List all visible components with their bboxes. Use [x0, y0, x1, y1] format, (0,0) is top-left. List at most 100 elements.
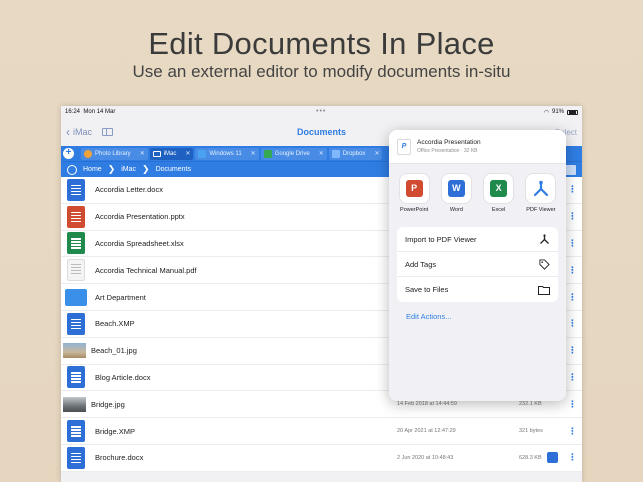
app-label: Excel [491, 207, 506, 213]
more-options-icon[interactable]: ⋮ [568, 452, 577, 463]
file-date: 2 Jun 2020 at 10:48:43 [397, 454, 454, 461]
file-name: Bridge.jpg [91, 399, 125, 409]
tab-label: iMac [163, 150, 177, 157]
file-name: Accordia Presentation.pptx [95, 212, 185, 222]
save-to-files-action[interactable]: Save to Files [397, 277, 558, 302]
file-name: Bridge.XMP [95, 426, 136, 436]
app-label: PowerPoint [400, 207, 429, 213]
share-sheet-header: P Accordia Presentation Office Presentat… [389, 130, 566, 164]
share-sheet: P Accordia Presentation Office Presentat… [389, 130, 566, 401]
tag-icon [538, 258, 550, 270]
pdf-viewer-icon [538, 233, 550, 244]
chevron-right-icon: ❯ [107, 164, 116, 174]
promo-subtitle: Use an external editor to modify documen… [132, 62, 511, 81]
folder-icon [538, 285, 550, 295]
file-row[interactable]: Brochure.docx 2 Jun 2020 at 10:48:43 628… [61, 445, 582, 472]
breadcrumb-home[interactable]: Home [83, 166, 102, 173]
status-date: Mon 14 Mar [83, 109, 116, 115]
edit-actions-link[interactable]: Edit Actions... [406, 312, 566, 321]
close-tab-icon[interactable]: ✕ [185, 150, 190, 157]
more-options-icon[interactable]: ⋮ [568, 292, 577, 303]
folder-icon [65, 288, 87, 306]
more-options-icon[interactable]: ⋮ [568, 265, 577, 276]
word-document-icon [67, 446, 85, 469]
excel-icon: X [484, 174, 514, 203]
more-options-icon[interactable]: ⋮ [568, 318, 577, 329]
shared-file-subtitle: Office Presentation · 32 KB [417, 148, 478, 154]
tab-dropbox[interactable]: Dropbox ✕ [328, 147, 383, 160]
photos-icon [84, 149, 92, 158]
windows-icon [198, 149, 207, 158]
file-date: 14 Feb 2018 at 14:44:59 [397, 401, 457, 408]
image-thumbnail [63, 396, 86, 412]
more-options-icon[interactable]: ⋮ [568, 372, 577, 383]
sidebar-toggle-icon[interactable] [102, 128, 114, 136]
import-to-pdf-viewer-action[interactable]: Import to PDF Viewer [397, 227, 558, 252]
tab-imac[interactable]: iMac ✕ [149, 147, 194, 160]
image-thumbnail [63, 343, 86, 359]
pdf-viewer-icon [526, 174, 556, 203]
app-glyph: X [490, 180, 508, 197]
tab-windows-11[interactable]: Windows 11 ✕ [195, 147, 259, 160]
back-label: iMac [73, 127, 93, 137]
more-options-icon[interactable]: ⋮ [568, 426, 577, 437]
file-size: 232.1 KB [519, 401, 542, 408]
shared-file-title: Accordia Presentation [417, 139, 481, 146]
app-powerpoint[interactable]: P PowerPoint [394, 174, 434, 213]
file-name: Beach_01.jpg [91, 346, 137, 356]
multitasking-dots-icon[interactable]: ••• [316, 108, 326, 115]
promo-title: Edit Documents In Place [148, 26, 495, 61]
xmp-document-icon [67, 312, 85, 335]
file-size: 321 bytes [519, 428, 543, 435]
app-glyph: W [447, 180, 465, 197]
dropbox-icon [331, 149, 340, 158]
breadcrumb-imac[interactable]: iMac [121, 166, 136, 173]
pdf-document-icon [67, 259, 85, 282]
chevron-right-icon: ❯ [142, 164, 150, 174]
file-name: Blog Article.docx [95, 372, 151, 382]
action-label: Save to Files [405, 285, 449, 294]
file-name: Beach.XMP [95, 319, 135, 329]
powerpoint-icon: P [399, 174, 429, 203]
word-document-icon [67, 366, 85, 389]
add-tags-action[interactable]: Add Tags [397, 252, 558, 277]
file-name: Art Department [95, 292, 146, 302]
app-label: Word [449, 207, 463, 213]
more-options-icon[interactable]: ⋮ [568, 399, 577, 410]
app-excel[interactable]: X Excel [479, 174, 519, 213]
file-row[interactable]: Bridge.XMP 20 Apr 2021 at 12:47:29 321 b… [61, 418, 582, 445]
file-name: Brochure.docx [95, 453, 144, 463]
tab-google-drive[interactable]: Google Drive ✕ [260, 147, 327, 160]
file-date: 20 Apr 2021 at 12:47:29 [397, 428, 456, 435]
word-icon: W [441, 174, 471, 203]
close-tab-icon[interactable]: ✕ [319, 150, 324, 157]
action-label: Add Tags [405, 259, 437, 269]
battery-icon [567, 109, 578, 115]
more-options-icon[interactable]: ⋮ [568, 238, 577, 249]
app-word[interactable]: W Word [436, 174, 476, 213]
app-glyph: P [405, 180, 423, 197]
monitor-icon [152, 150, 161, 157]
more-options-icon[interactable]: ⋮ [568, 345, 577, 356]
more-options-icon[interactable]: ⋮ [568, 184, 577, 195]
share-actions-list: Import to PDF Viewer Add Tags Save to Fi… [397, 227, 558, 302]
tab-photo-library[interactable]: Photo Library ✕ [81, 147, 148, 160]
file-name: Accordia Technical Manual.pdf [95, 265, 197, 275]
document-thumbnail-icon: P [397, 138, 411, 155]
share-apps-row: P PowerPoint W Word X Excel PDF Viewer [389, 164, 566, 213]
more-options-icon[interactable]: ⋮ [568, 211, 577, 222]
file-name: Accordia Spreadsheet.xlsx [95, 238, 184, 248]
close-tab-icon[interactable]: ✕ [251, 150, 256, 157]
app-pdf-viewer[interactable]: PDF Viewer [521, 174, 561, 213]
powerpoint-document-icon [67, 205, 85, 228]
add-tab-button[interactable]: + [63, 148, 74, 159]
excel-document-icon [67, 232, 85, 255]
tab-label: Windows 11 [209, 150, 242, 157]
action-label: Import to PDF Viewer [405, 234, 477, 244]
close-tab-icon[interactable]: ✕ [374, 150, 379, 157]
back-button[interactable]: ‹ iMac [66, 125, 92, 139]
history-icon[interactable] [67, 164, 77, 175]
word-document-icon [67, 178, 85, 201]
close-tab-icon[interactable]: ✕ [140, 150, 145, 157]
tab-label: Photo Library [95, 150, 131, 157]
